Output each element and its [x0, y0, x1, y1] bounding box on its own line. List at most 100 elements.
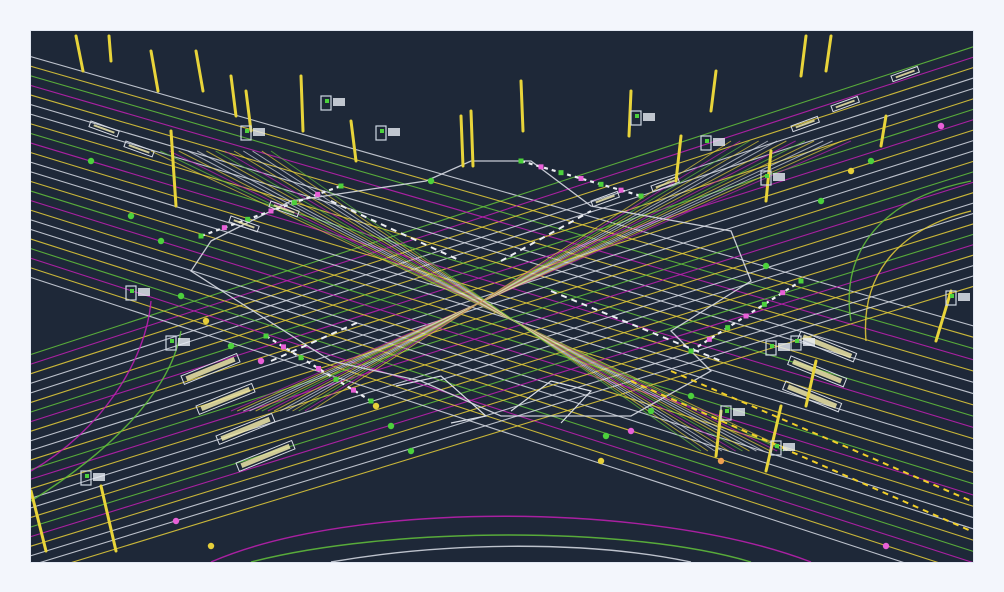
lane-line	[267, 140, 796, 412]
traffic-sign-icon	[80, 470, 105, 486]
dashed-line	[270, 320, 362, 362]
lane-line	[31, 84, 973, 361]
sign-light	[950, 294, 954, 298]
pole-icon	[799, 34, 808, 78]
traffic-sign-icon	[375, 125, 400, 141]
sign-light	[85, 474, 89, 478]
stop-line-marker	[221, 225, 227, 231]
sign-panel	[93, 473, 105, 481]
lane-line	[31, 56, 973, 365]
lane-endpoint-dot	[687, 392, 695, 400]
stop-line-marker	[518, 158, 524, 164]
sign-panel	[803, 338, 815, 346]
traffic-sign-icon	[630, 110, 655, 126]
lane-endpoint-dot	[597, 457, 605, 465]
stop-line-marker	[263, 333, 269, 339]
lane-endpoint-dot	[882, 542, 890, 550]
sign-light	[325, 99, 329, 103]
pole-icon	[469, 109, 475, 168]
stop-line-marker	[706, 336, 712, 342]
lane-endpoint-dot	[762, 262, 770, 270]
sign-light	[245, 129, 249, 133]
arrow-fill	[802, 334, 853, 359]
pole-icon	[31, 489, 48, 553]
lane-endpoint-dot	[157, 237, 165, 245]
sign-panel	[333, 98, 345, 106]
pole-icon	[244, 89, 253, 133]
stop-line-marker	[798, 278, 804, 284]
lane-endpoint-dot	[227, 342, 235, 350]
pole-icon	[194, 49, 205, 93]
pole-icon	[299, 74, 305, 133]
sign-light	[770, 344, 774, 348]
lane-endpoint-dot	[127, 212, 135, 220]
stop-line-marker	[618, 187, 624, 193]
lane-endpoint-dot	[87, 157, 95, 165]
sign-panel	[958, 293, 970, 301]
sign-light	[775, 444, 779, 448]
corner-curve	[330, 545, 692, 562]
stop-line-marker	[688, 348, 694, 354]
stop-line-marker	[198, 233, 204, 239]
lane-line	[31, 160, 973, 461]
sign-panel	[253, 128, 265, 136]
sign-light	[130, 289, 134, 293]
traffic-sign-icon	[790, 335, 815, 351]
traffic-sign-icon	[320, 95, 345, 111]
sign-light	[170, 339, 174, 343]
stop-line-marker	[578, 176, 584, 181]
sign-panel	[778, 343, 790, 351]
hd-map-canvas[interactable]	[31, 31, 973, 562]
stop-line-marker	[761, 301, 767, 307]
corner-curve	[210, 515, 812, 562]
arrow-fill	[787, 384, 838, 409]
pole-icon	[459, 114, 465, 168]
corner-curve	[31, 300, 152, 472]
pole-icon	[149, 49, 160, 93]
traffic-sign-icon	[765, 340, 790, 356]
lane-endpoint-dot	[427, 177, 435, 185]
lane-endpoint-dot	[387, 422, 395, 430]
sign-panel	[388, 128, 400, 136]
stop-line-marker	[316, 366, 321, 371]
lane-endpoint-dot	[372, 402, 380, 410]
traffic-signs	[80, 95, 970, 486]
stop-line-marker	[281, 344, 286, 350]
stop-line-marker	[538, 164, 544, 170]
lane-endpoint-dot	[627, 427, 635, 435]
lane-endpoint-dot	[937, 122, 945, 130]
arrow-fill	[220, 416, 271, 441]
lane-arrow-icon	[180, 352, 241, 385]
pole-icon	[519, 79, 525, 133]
stop-line-marker	[351, 387, 356, 393]
stop-line-marker	[558, 170, 564, 176]
pole-icon	[879, 114, 888, 148]
sign-light	[725, 409, 729, 413]
traffic-sign-icon	[125, 285, 150, 301]
lane-endpoint-dot	[172, 517, 180, 525]
lane-arrow-icon	[796, 330, 858, 363]
pole-icon	[229, 74, 238, 118]
stop-line-marker	[743, 313, 749, 319]
lane-arrow-icon	[235, 439, 296, 472]
lane-endpoint-dot	[647, 407, 655, 415]
lane-endpoint-dot	[817, 197, 825, 205]
lane-endpoint-dot	[847, 167, 855, 175]
lane-endpoint-dot	[202, 317, 210, 325]
stop-line-marker	[338, 183, 344, 189]
map-viewport[interactable]	[31, 31, 973, 562]
stop-line-marker	[780, 290, 786, 296]
lane-endpoint-dot	[407, 447, 415, 455]
lane-line	[279, 140, 778, 412]
dashed-crossing-lines	[270, 200, 972, 532]
pole-icon	[349, 119, 358, 163]
pole-icon	[169, 129, 178, 208]
stop-line-marker	[368, 398, 374, 404]
sign-panel	[773, 173, 785, 181]
sign-panel	[713, 138, 725, 146]
pole-icon	[74, 34, 85, 73]
sign-panel	[733, 408, 745, 416]
lane-endpoint-dot	[207, 542, 215, 550]
traffic-sign-icon	[760, 170, 785, 186]
stop-line-marker	[638, 193, 644, 199]
